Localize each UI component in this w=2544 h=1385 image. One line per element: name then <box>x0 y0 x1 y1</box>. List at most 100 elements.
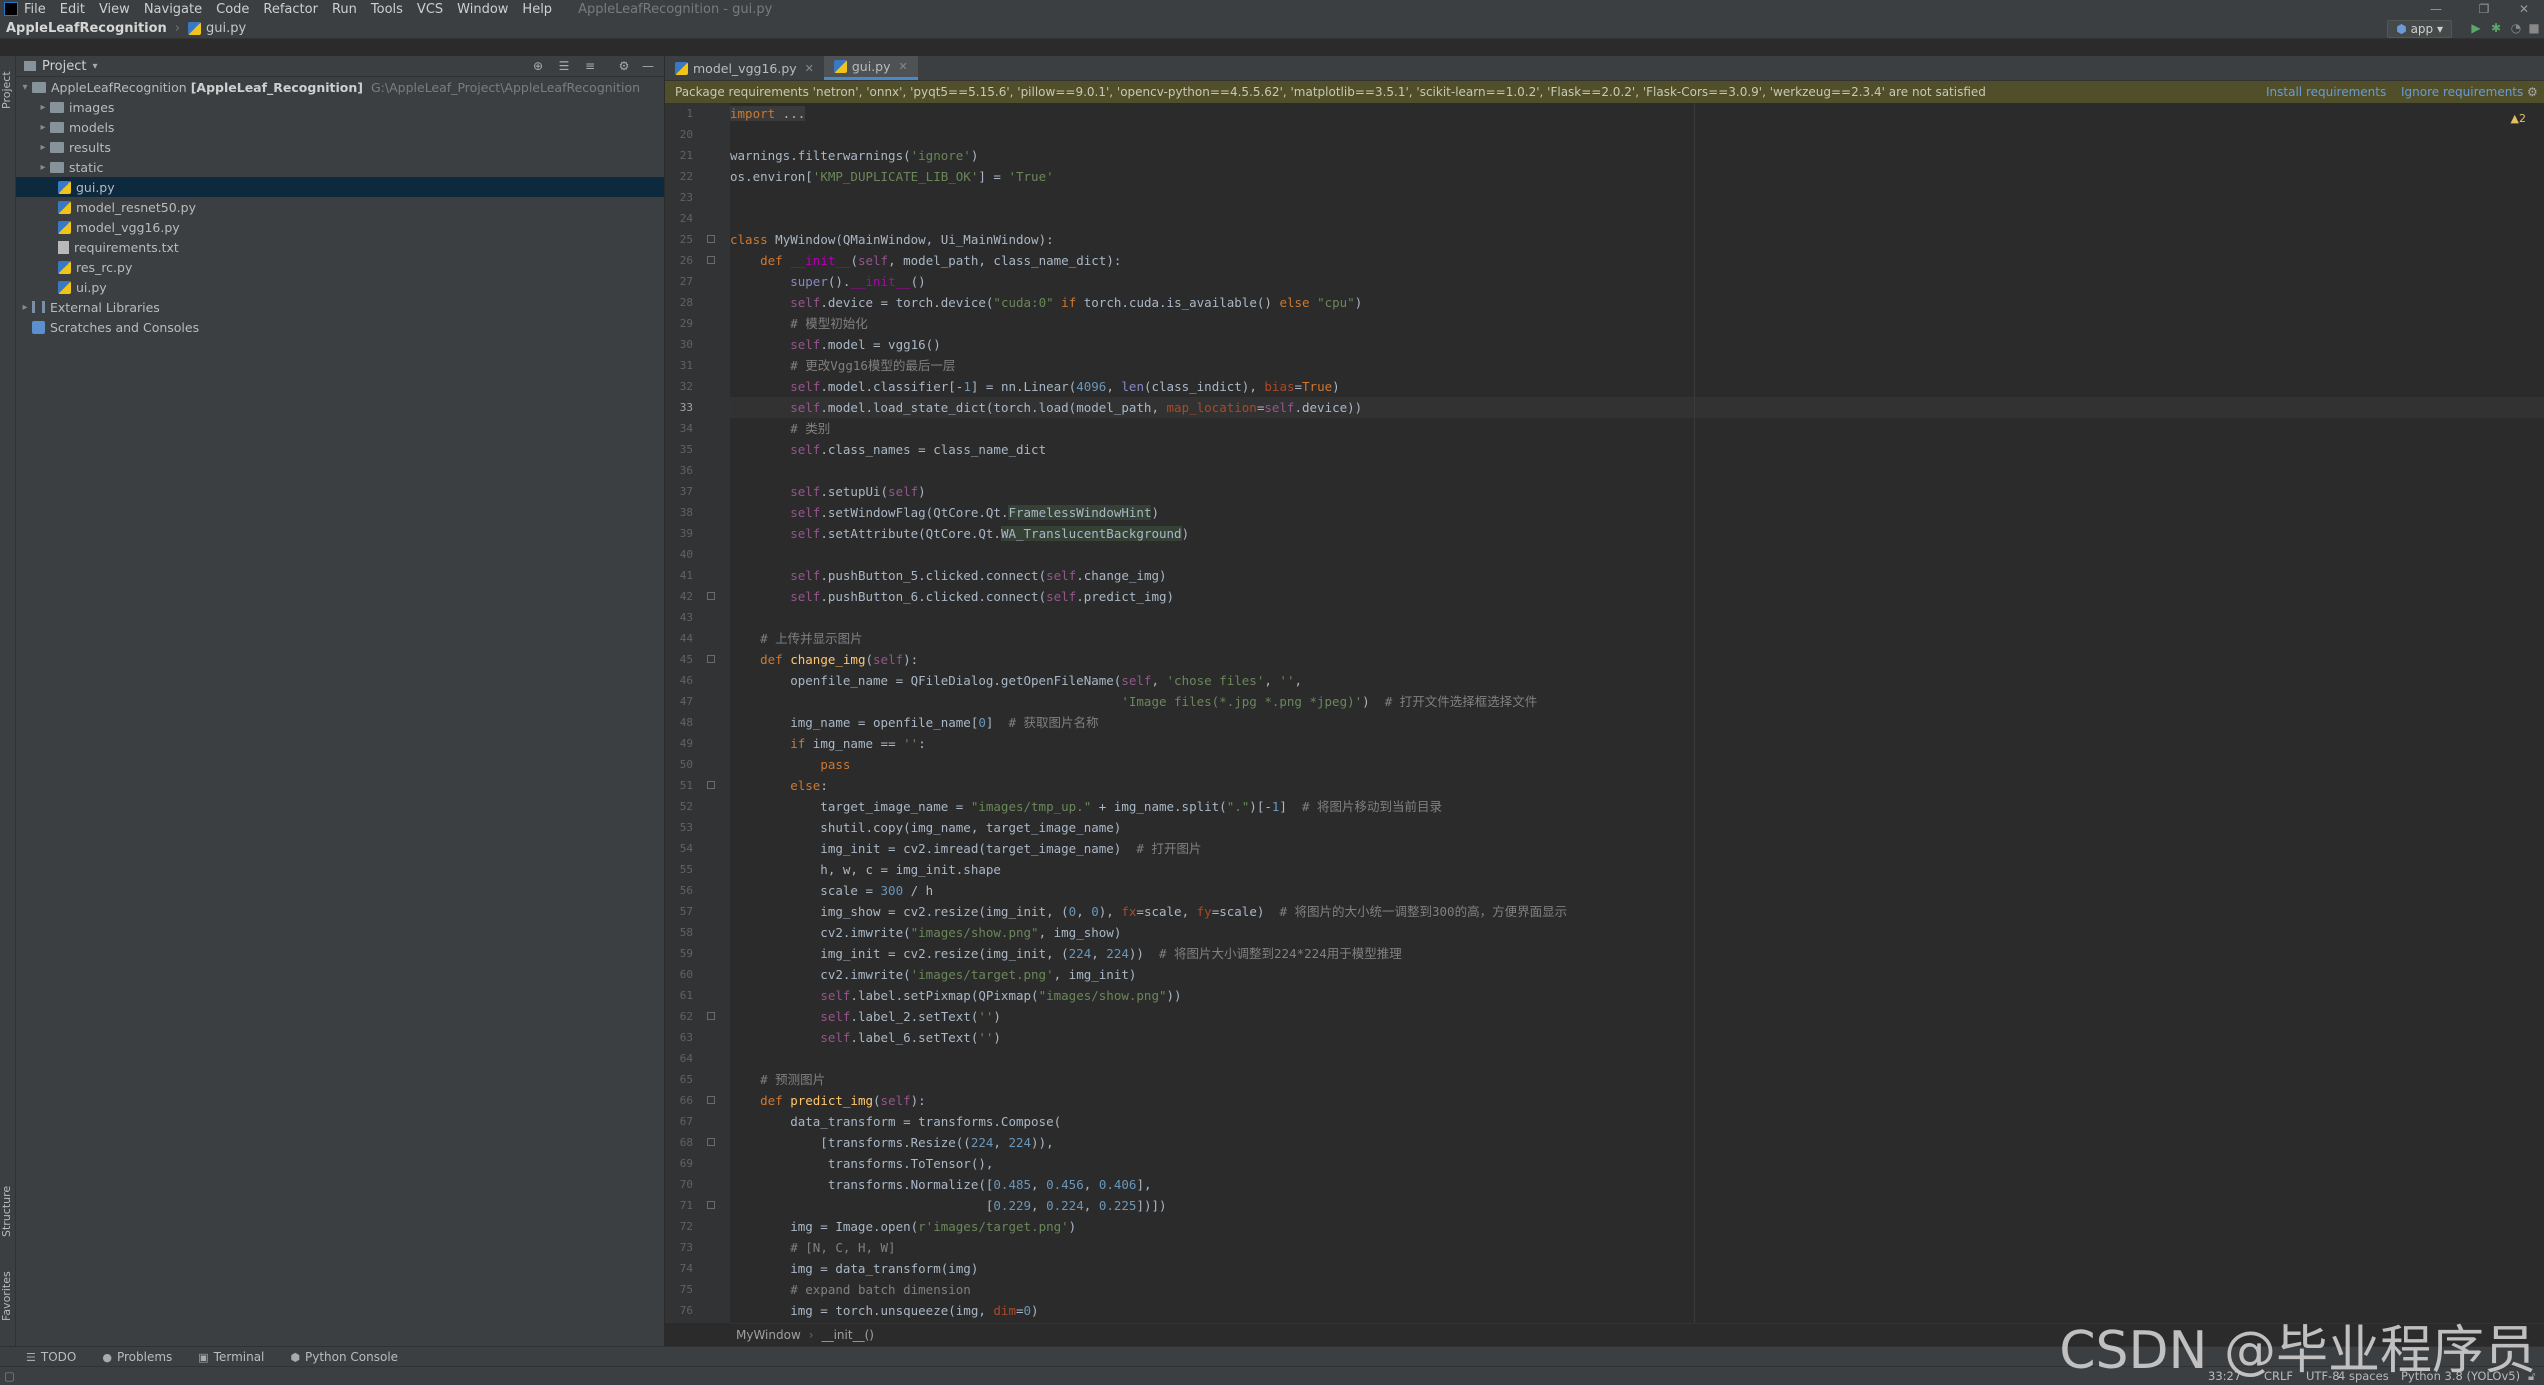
python-file-icon <box>675 61 688 75</box>
project-view-select[interactable]: Project <box>42 59 86 74</box>
folder-icon <box>50 101 64 113</box>
breadcrumb-project[interactable]: AppleLeafRecognition <box>6 21 167 36</box>
expand-all-icon[interactable]: ☰ <box>556 58 572 74</box>
menu-help[interactable]: Help <box>522 2 552 17</box>
coverage-icon[interactable]: ◔ <box>2508 20 2524 36</box>
warnings-indicator[interactable]: ▲2 <box>2511 112 2526 125</box>
fold-marker-icon[interactable] <box>707 1096 715 1104</box>
menu-window[interactable]: Window <box>457 2 508 17</box>
code-line: data_transform = transforms.Compose( <box>730 1114 1062 1129</box>
tree-external-label: External Libraries <box>50 299 160 315</box>
run-configuration-select[interactable]: ⬢ app ▾ <box>2387 20 2452 38</box>
tree-file-ui[interactable]: ui.py <box>16 277 664 297</box>
chevron-down-icon[interactable]: ▾ <box>92 61 97 72</box>
menu-vcs[interactable]: VCS <box>417 2 443 17</box>
breadcrumb-class[interactable]: MyWindow <box>736 1328 801 1342</box>
install-requirements-link[interactable]: Install requirements <box>2266 85 2386 99</box>
python-file-icon <box>58 220 71 234</box>
fold-marker-icon[interactable] <box>707 1201 715 1209</box>
menu-view[interactable]: View <box>99 2 130 17</box>
tree-file-gui[interactable]: gui.py <box>16 177 664 197</box>
tab-gui[interactable]: gui.py ✕ <box>823 56 918 80</box>
menu-refactor[interactable]: Refactor <box>263 2 318 17</box>
fold-marker-icon[interactable] <box>707 235 715 243</box>
banner-message: Package requirements 'netron', 'onnx', '… <box>675 85 1986 99</box>
restore-icon[interactable]: ❐ <box>2464 0 2504 18</box>
todo-tool-button[interactable]: ☰ TODO <box>26 1350 76 1364</box>
list-icon: ☰ <box>26 1350 36 1364</box>
tree-folder-images[interactable]: ▸ images <box>16 97 664 117</box>
close-icon[interactable]: ✕ <box>2504 0 2544 18</box>
collapsed-arrow-icon[interactable]: ▸ <box>18 302 32 313</box>
collapsed-arrow-icon[interactable]: ▸ <box>36 142 50 153</box>
tree-file-res-rc[interactable]: res_rc.py <box>16 257 664 277</box>
pycharm-logo-icon <box>4 2 18 16</box>
line-number: 58 <box>679 926 693 939</box>
menu-code[interactable]: Code <box>216 2 249 17</box>
minimize-icon[interactable]: — <box>2416 0 2456 18</box>
locate-file-icon[interactable]: ⊕ <box>530 58 546 74</box>
collapsed-arrow-icon[interactable]: ▸ <box>36 162 50 173</box>
menu-file[interactable]: File <box>24 2 46 17</box>
breadcrumb-file[interactable]: gui.py <box>206 21 246 36</box>
fold-marker-icon[interactable] <box>707 256 715 264</box>
fold-marker-icon[interactable] <box>707 1138 715 1146</box>
folder-icon <box>50 141 64 153</box>
tree-root[interactable]: ▾ AppleLeafRecognition [AppleLeaf_Recogn… <box>16 77 664 97</box>
menu-run[interactable]: Run <box>332 2 357 17</box>
python-console-tool-button[interactable]: ⬢ Python Console <box>290 1350 398 1364</box>
tree-file-model-vgg16[interactable]: model_vgg16.py <box>16 217 664 237</box>
tree-folder-models[interactable]: ▸ models <box>16 117 664 137</box>
tree-scratches[interactable]: Scratches and Consoles <box>16 317 664 337</box>
hide-panel-icon[interactable]: — <box>640 58 656 74</box>
collapse-all-icon[interactable]: ≡ <box>582 58 598 74</box>
expanded-arrow-icon[interactable]: ▾ <box>18 82 32 93</box>
menu-tools[interactable]: Tools <box>371 2 403 17</box>
fold-marker-icon[interactable] <box>707 655 715 663</box>
tree-file-label: model_vgg16.py <box>76 219 180 235</box>
gear-icon[interactable]: ⚙ <box>616 58 632 74</box>
close-tab-icon[interactable]: ✕ <box>899 60 908 73</box>
tree-file-requirements[interactable]: requirements.txt <box>16 237 664 257</box>
tree-folder-results[interactable]: ▸ results <box>16 137 664 157</box>
fold-marker-icon[interactable] <box>707 1012 715 1020</box>
editor-gutter: 1 20 21 22 23 24 25 26 27 28 29 30 31 32 33 34 35 36 37 38 3… <box>665 103 730 1323</box>
line-number: 70 <box>679 1178 693 1191</box>
tree-folder-static[interactable]: ▸ static <box>16 157 664 177</box>
line-number: 39 <box>679 527 693 540</box>
tree-external-libraries[interactable]: ▸ External Libraries <box>16 297 664 317</box>
code-line: os.environ['KMP_DUPLICATE_LIB_OK'] = 'Tr… <box>730 169 1054 184</box>
code-line: scale = 300 / h <box>730 883 934 898</box>
root-path: G:\AppleLeaf_Project\AppleLeafRecognitio… <box>371 79 641 95</box>
menu-edit[interactable]: Edit <box>60 2 85 17</box>
favorites-tool-tab[interactable]: Favorites <box>0 1261 15 1331</box>
stop-icon[interactable]: ■ <box>2526 20 2542 36</box>
code-line: self.setAttribute(QtCore.Qt.WA_Transluce… <box>790 526 1190 541</box>
menu-navigate[interactable]: Navigate <box>144 2 202 17</box>
fold-marker-icon[interactable] <box>707 781 715 789</box>
line-number: 55 <box>679 863 693 876</box>
python-file-icon <box>188 21 202 35</box>
code-editor[interactable]: import ... warnings.filterwarnings('igno… <box>730 103 2544 1323</box>
code-line: self.pushButton_6.clicked.connect(self.p… <box>790 589 1175 604</box>
tree-file-model-resnet50[interactable]: model_resnet50.py <box>16 197 664 217</box>
line-number: 26 <box>679 254 693 267</box>
problems-tool-button[interactable]: ● Problems <box>102 1350 172 1364</box>
project-tool-tab[interactable]: Project <box>0 60 15 120</box>
layout-icon[interactable]: ▢ <box>4 1369 15 1383</box>
code-line: # 预测图片 <box>760 1072 826 1087</box>
structure-tool-tab[interactable]: Structure <box>0 1176 15 1246</box>
ignore-requirements-link[interactable]: Ignore requirements <box>2401 85 2523 99</box>
fold-marker-icon[interactable] <box>707 592 715 600</box>
line-number: 41 <box>679 569 693 582</box>
tab-model-vgg16[interactable]: model_vgg16.py ✕ <box>665 56 824 80</box>
terminal-tool-button[interactable]: ▣ Terminal <box>198 1350 264 1364</box>
close-tab-icon[interactable]: ✕ <box>805 62 814 75</box>
collapsed-arrow-icon[interactable]: ▸ <box>36 122 50 133</box>
debug-icon[interactable]: ✱ <box>2488 20 2504 36</box>
gear-icon[interactable]: ⚙ <box>2527 85 2538 99</box>
breadcrumb-method[interactable]: __init__() <box>822 1328 874 1342</box>
collapsed-arrow-icon[interactable]: ▸ <box>36 102 50 113</box>
run-icon[interactable]: ▶ <box>2468 20 2484 36</box>
